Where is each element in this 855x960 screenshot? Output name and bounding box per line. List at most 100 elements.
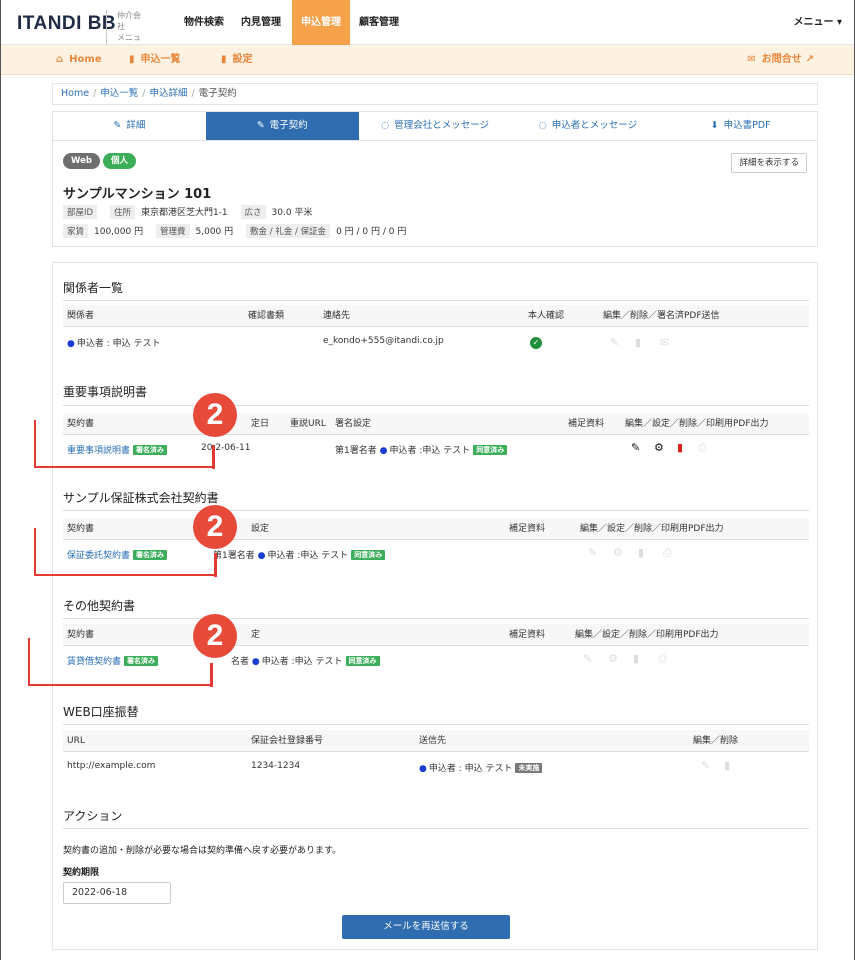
logo-sub-line-1: 仲介会社 (117, 11, 141, 31)
edit-icon: ✎ (113, 120, 122, 131)
signer-order: 名者 (231, 657, 250, 667)
external-link-icon: ↗ (805, 54, 814, 65)
signer-party: 申込者 :申込 テスト (389, 446, 471, 456)
tab-e-contract[interactable]: ✎ 電子契約 (205, 112, 359, 140)
pencil-icon[interactable]: ✎ (631, 442, 640, 453)
pencil-icon[interactable]: ✎ (701, 760, 710, 771)
subnav-settings[interactable]: ▮ 設定 (221, 45, 253, 75)
col-party-actions: 編集／削除／署名済PDF送信 (603, 311, 720, 321)
tab-management-message-label: 管理会社とメッセージ (394, 120, 490, 131)
action-note: 契約書の追加・削除が必要な場合は契約準備へ戻す必要があります。 (63, 846, 342, 856)
trash-icon[interactable]: ▮ (677, 442, 683, 453)
breadcrumb-home[interactable]: Home (61, 88, 89, 99)
property-name: サンプルマンション 101 (63, 187, 212, 202)
divider (63, 510, 809, 511)
tab-applicant-message[interactable]: ◌ 申込者とメッセージ (511, 112, 665, 140)
area-value: 30.0 平米 (271, 208, 313, 218)
annotation-box-3 (28, 638, 213, 687)
address-value: 東京都港区芝大門1-1 (140, 208, 228, 218)
room-id-label: 部屋ID (63, 205, 98, 219)
subnav-home[interactable]: ⌂ Home (56, 45, 102, 75)
col-party: 関係者 (67, 311, 95, 321)
mail-icon[interactable]: ✉ (660, 337, 669, 348)
print-icon[interactable]: ⎙ (698, 442, 707, 453)
deadline-date-field[interactable]: 2022-06-18 (63, 882, 171, 904)
chat-icon: ◌ (380, 120, 390, 131)
nav-item-customers[interactable]: 顧客管理 (353, 0, 405, 45)
property-row-1: 部屋ID 住所 東京都港区芝大門1-1 広さ 30.0 平米 (63, 205, 322, 219)
pencil-icon[interactable]: ✎ (583, 653, 592, 664)
divider (63, 828, 809, 829)
transfer-url: http://example.com (67, 761, 156, 771)
agreed-badge: 同意済み (345, 656, 380, 666)
tab-bar: ✎ 詳細 ✎ 電子契約 ◌ 管理会社とメッセージ ◌ 申込者とメッセージ ⬇ 申込書PDF (52, 111, 818, 141)
property-card: Web 個人 詳細を表示する サンプルマンション 101 部屋ID 住所 東京都港… (52, 141, 818, 247)
agreed-badge: 同意済み (473, 445, 508, 455)
trash-icon[interactable]: ▮ (638, 547, 644, 558)
col-documents: 確認書類 (248, 311, 285, 321)
subnav-settings-label: 設定 (232, 54, 253, 65)
breadcrumb: Home / 申込一覧 / 申込詳細 / 電子契約 (52, 83, 818, 105)
guarantee-signer: 第1署名者 ● 申込者 :申込 テスト 同意済み (213, 548, 386, 561)
tab-management-message[interactable]: ◌ 管理会社とメッセージ (358, 112, 512, 140)
mail-icon: ✉ (747, 54, 756, 65)
tab-e-contract-label: 電子契約 (269, 120, 308, 131)
nav-item-viewing[interactable]: 内見管理 (235, 0, 287, 45)
subnav-list-label: 申込一覧 (140, 54, 181, 65)
bullet-icon: ● (67, 339, 75, 349)
gear-icon[interactable]: ⚙ (608, 653, 618, 664)
web-transfer-header: URL 保証会社登録番号 送信先 編集／削除 (63, 730, 809, 752)
trash-icon[interactable]: ▮ (635, 337, 641, 348)
deposit-value: 0 円 / 0 円 / 0 円 (336, 227, 407, 237)
transfer-number: 1234-1234 (251, 761, 301, 771)
top-navbar: ITANDI BB 仲介会社 メニュー 物件検索 内見管理 申込管理 顧客管理 … (1, 0, 854, 54)
annotation-badge-1: 2 (193, 393, 237, 437)
signer-order: 第1署名者 (335, 446, 377, 456)
chat-icon: ◌ (538, 120, 547, 131)
subnav-application-list[interactable]: ▮ 申込一覧 (129, 45, 181, 75)
gear-icon[interactable]: ⚙ (654, 442, 664, 453)
col-important-actions: 編集／設定／削除／印刷用PDF出力 (625, 419, 769, 429)
breadcrumb-application-detail[interactable]: 申込詳細 (149, 88, 187, 99)
status-badge: 未実施 (515, 763, 543, 773)
divider (63, 300, 809, 301)
deadline-label: 契約期限 (63, 868, 100, 878)
party-name-text: 申込者 : 申込 テスト (76, 339, 161, 349)
col-other-actions: 編集／設定／削除／印刷用PDF出力 (575, 630, 719, 640)
bullet-icon: ● (419, 764, 427, 774)
tab-detail[interactable]: ✎ 詳細 (53, 112, 206, 140)
print-icon[interactable]: ⎙ (658, 653, 667, 664)
divider (63, 618, 809, 619)
download-icon: ⬇ (710, 120, 719, 131)
tab-application-pdf[interactable]: ⬇ 申込書PDF (664, 112, 817, 140)
guarantee-title: サンプル保証株式会社契約書 (63, 491, 219, 505)
breadcrumb-application-list[interactable]: 申込一覧 (100, 88, 138, 99)
col-recipient: 送信先 (419, 736, 447, 746)
address-label: 住所 (109, 205, 135, 219)
trash-icon[interactable]: ▮ (724, 760, 730, 771)
col-setting: 設定 (251, 524, 270, 534)
pencil-icon[interactable]: ✎ (610, 337, 619, 348)
show-detail-button[interactable]: 詳細を表示する (731, 153, 807, 173)
nav-item-applications[interactable]: 申込管理 (292, 0, 350, 45)
pencil-icon[interactable]: ✎ (588, 547, 597, 558)
trash-icon[interactable]: ▮ (633, 653, 639, 664)
bullet-icon: ● (257, 551, 266, 561)
bullet-icon: ● (251, 657, 260, 667)
logo[interactable]: ITANDI BB (17, 13, 116, 35)
nav-item-property-search[interactable]: 物件検索 (175, 0, 233, 45)
resend-email-button[interactable]: メールを再送信する (342, 915, 510, 939)
gear-icon[interactable]: ⚙ (613, 547, 623, 558)
rent-label: 家賃 (63, 224, 89, 238)
lease-signer: 名者 ● 申込者 :申込 テスト 同意済み (231, 654, 380, 667)
web-transfer-title: WEB口座振替 (63, 705, 139, 719)
subnav-contact[interactable]: ✉ お問合せ ↗ (747, 45, 814, 75)
important-signer: 第1署名者 ● 申込者 :申込 テスト 同意済み (335, 443, 508, 456)
agreed-badge: 同意済み (351, 550, 386, 560)
tab-application-pdf-label: 申込書PDF (723, 120, 771, 131)
col-transfer-actions: 編集／削除 (693, 736, 739, 746)
menu-dropdown[interactable]: メニュー ▾ (793, 0, 842, 45)
print-icon[interactable]: ⎙ (663, 547, 672, 558)
document-icon: ▮ (221, 54, 227, 65)
signer-party: 申込者 :申込 テスト (261, 657, 343, 667)
